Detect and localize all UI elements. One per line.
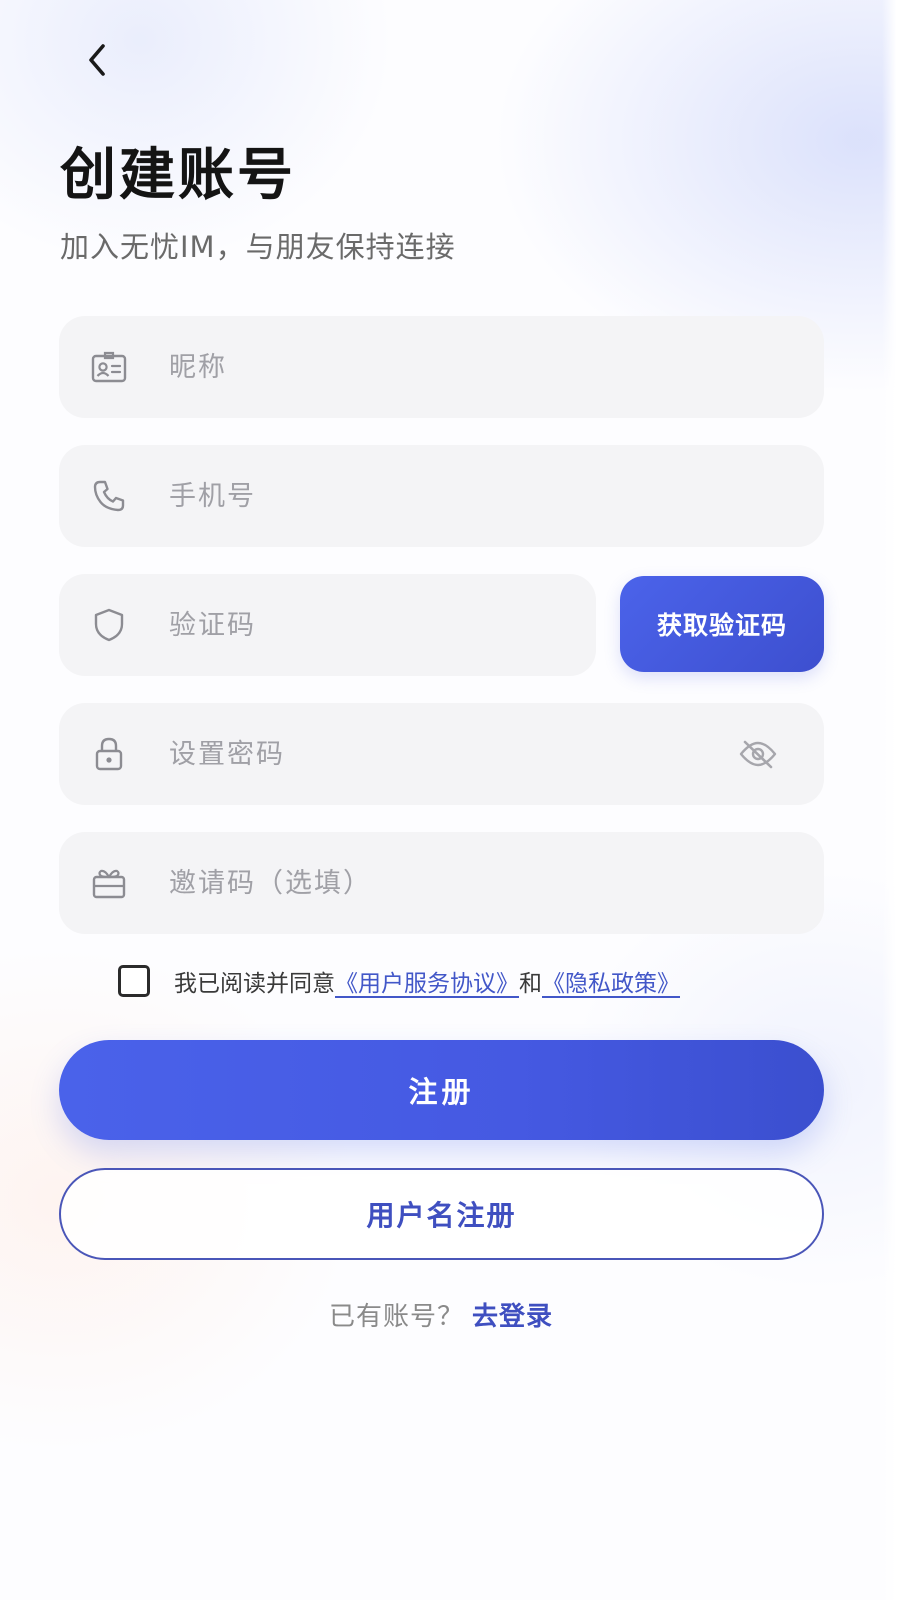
password-input[interactable] <box>167 737 736 771</box>
agreement-checkbox[interactable] <box>118 965 150 997</box>
gift-icon <box>89 863 129 903</box>
register-button[interactable]: 注册 <box>59 1040 824 1140</box>
login-prompt: 已有账号？ 去登录 <box>0 1296 882 1333</box>
page-title: 创建账号 <box>60 143 296 208</box>
phone-icon <box>89 476 129 516</box>
page-subtitle: 加入无忧IM，与朋友保持连接 <box>60 230 456 264</box>
agreement-prefix: 我已阅读并同意 <box>174 971 335 997</box>
phone-field[interactable] <box>59 445 824 547</box>
privacy-link[interactable]: 《隐私政策》 <box>542 964 680 998</box>
nickname-field[interactable] <box>59 316 824 418</box>
username-register-button[interactable]: 用户名注册 <box>59 1168 824 1260</box>
back-button[interactable] <box>72 34 124 86</box>
login-prompt-text: 已有账号？ <box>328 1302 464 1332</box>
lock-icon <box>89 734 129 774</box>
login-link[interactable]: 去登录 <box>472 1302 553 1332</box>
get-code-button[interactable]: 获取验证码 <box>620 576 824 672</box>
page-edge <box>882 0 900 1600</box>
password-field[interactable] <box>59 703 824 805</box>
eye-off-icon[interactable] <box>736 732 780 776</box>
id-card-icon <box>89 347 129 387</box>
agreement-row: 我已阅读并同意 《用户服务协议》 和 《隐私政策》 <box>118 964 680 998</box>
shield-icon <box>89 605 129 645</box>
terms-link[interactable]: 《用户服务协议》 <box>335 964 519 998</box>
chevron-left-icon <box>89 44 105 76</box>
phone-input[interactable] <box>167 479 824 513</box>
verification-code-input[interactable] <box>167 608 596 642</box>
nickname-input[interactable] <box>167 350 824 384</box>
invite-code-input[interactable] <box>167 866 824 900</box>
agreement-conjunction: 和 <box>519 971 542 997</box>
invite-code-field[interactable] <box>59 832 824 934</box>
verification-code-field[interactable] <box>59 574 596 676</box>
